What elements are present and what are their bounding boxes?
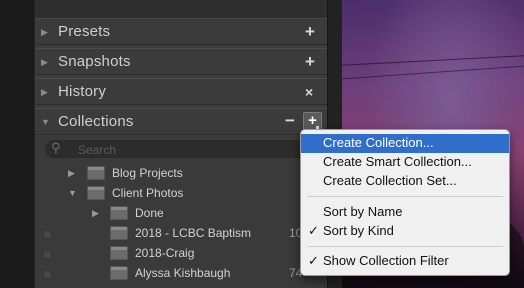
collection-row[interactable]: 2018-Craig [35, 244, 327, 264]
add-preset-plus-icon[interactable]: + [305, 22, 315, 42]
section-title: Collections [58, 113, 134, 130]
collapse-triangle-icon[interactable]: ▼ [41, 117, 50, 127]
collection-set-icon [87, 166, 105, 180]
clear-history-x-icon[interactable]: × [305, 84, 313, 100]
target-collection-checkbox[interactable] [43, 250, 52, 259]
left-panel: ▶ Presets + ▶ Snapshots + ▶ History × ▼ … [34, 0, 328, 288]
collapse-triangle-icon[interactable]: ▼ [68, 188, 77, 198]
menu-item-show-collection-filter[interactable]: ✓ Show Collection Filter [301, 252, 509, 271]
expand-triangle-icon[interactable]: ▶ [68, 168, 75, 179]
checkmark-icon: ✓ [308, 253, 319, 268]
add-collection-context-menu: Create Collection... Create Smart Collec… [300, 129, 510, 276]
power-line [342, 55, 524, 66]
target-collection-checkbox[interactable] [43, 230, 52, 239]
collection-row[interactable]: Alyssa Kishbaugh 74 [35, 264, 327, 284]
remove-collection-minus-icon[interactable]: − [285, 111, 295, 131]
expand-triangle-icon[interactable]: ▶ [92, 208, 99, 219]
collection-icon [110, 226, 128, 240]
collections-search-input[interactable]: ⚲ Search [45, 140, 309, 158]
power-line [342, 65, 524, 80]
menu-item-label: Sort by Kind [323, 223, 394, 238]
expand-triangle-icon[interactable]: ▶ [41, 57, 48, 68]
menu-item-label: Create Collection Set... [323, 173, 457, 188]
section-title: Presets [58, 23, 111, 40]
collection-set-row[interactable]: ▼ Client Photos [35, 184, 327, 204]
menu-separator [307, 196, 503, 197]
menu-item-sort-by-name[interactable]: Sort by Name [301, 203, 509, 222]
section-history[interactable]: ▶ History × [35, 78, 327, 105]
collection-set-label: Client Photos [112, 186, 184, 200]
collection-set-icon [87, 186, 105, 200]
collection-set-label: Done [135, 206, 164, 220]
menu-item-create-smart-collection[interactable]: Create Smart Collection... [301, 153, 509, 172]
collection-set-icon [110, 206, 128, 220]
section-snapshots[interactable]: ▶ Snapshots + [35, 48, 327, 75]
add-snapshot-plus-icon[interactable]: + [305, 52, 315, 72]
collections-list: ⚲ Search ▶ Blog Projects ▼ Client Photos… [35, 136, 327, 288]
menu-item-create-collection[interactable]: Create Collection... [301, 134, 509, 153]
collection-set-label: Blog Projects [112, 166, 183, 180]
collection-label: 2018-Craig [135, 246, 195, 260]
checkmark-icon: ✓ [308, 223, 319, 238]
collection-icon [110, 246, 128, 260]
menu-item-label: Create Collection... [323, 135, 434, 150]
menu-item-label: Show Collection Filter [323, 253, 449, 268]
target-collection-checkbox[interactable] [43, 270, 52, 279]
menu-item-label: Create Smart Collection... [323, 154, 472, 169]
collection-set-row[interactable]: ▶ Blog Projects [35, 164, 327, 184]
section-title: Snapshots [58, 53, 131, 70]
panel-top-strip [35, 0, 327, 18]
collection-label: 2018 - LCBC Baptism [135, 226, 252, 240]
menu-item-create-collection-set[interactable]: Create Collection Set... [301, 172, 509, 191]
expand-triangle-icon[interactable]: ▶ [41, 87, 48, 98]
menu-item-label: Sort by Name [323, 204, 403, 219]
collection-icon [110, 266, 128, 280]
menu-item-sort-by-kind[interactable]: ✓ Sort by Kind [301, 222, 509, 241]
menu-separator [307, 246, 503, 247]
section-presets[interactable]: ▶ Presets + [35, 18, 327, 45]
expand-triangle-icon[interactable]: ▶ [41, 27, 48, 38]
collection-set-row[interactable]: ▶ Done [35, 204, 327, 224]
section-collections[interactable]: ▼ Collections − + [35, 108, 327, 135]
collection-row[interactable]: 2018 - LCBC Baptism 103 [35, 224, 327, 244]
search-placeholder: Search [78, 143, 117, 157]
search-icon: ⚲ [51, 140, 61, 155]
left-gutter [0, 0, 34, 288]
section-title: History [58, 83, 107, 100]
collection-label: Alyssa Kishbaugh [135, 266, 231, 280]
